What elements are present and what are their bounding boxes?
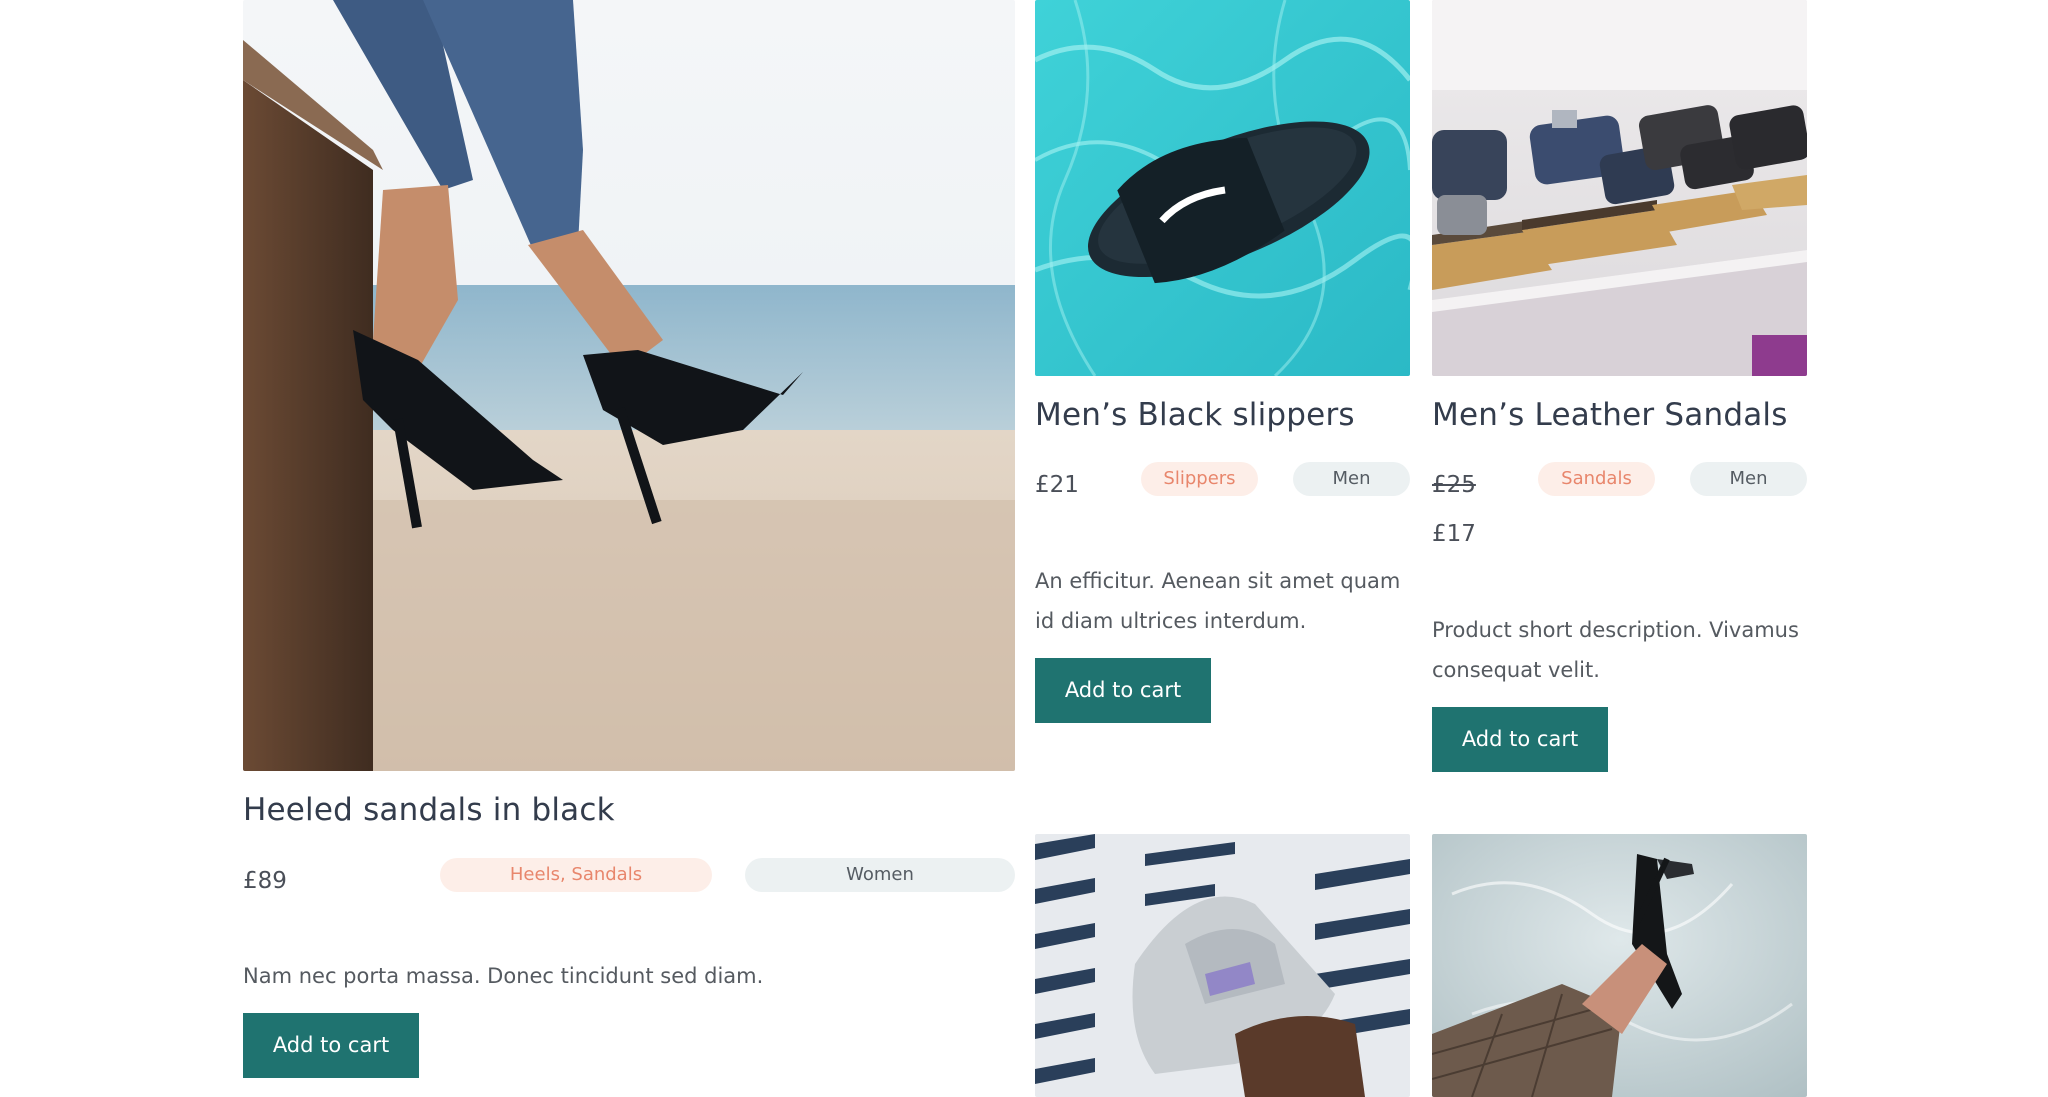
add-to-cart-button[interactable]: Add to cart [243,1013,419,1078]
category-tag[interactable]: Heels, Sandals [440,858,712,892]
gender-tag[interactable]: Men [1293,462,1410,496]
category-tag[interactable]: Slippers [1141,462,1258,496]
product-description: Nam nec porta massa. Donec tincidunt sed… [243,964,764,988]
gender-tag[interactable]: Women [745,858,1015,892]
slipper-photo-illustration [1035,0,1410,376]
product-price: £17 [1432,521,1476,547]
gender-tag[interactable]: Men [1690,462,1807,496]
patent-heel-photo-illustration [1432,834,1807,1097]
product-price: £21 [1035,472,1079,498]
product-image-heeled-sandals[interactable] [243,0,1015,771]
product-image-sneaker[interactable] [1035,834,1410,1097]
product-title[interactable]: Heeled sandals in black [243,792,615,828]
product-title[interactable]: Men’s Leather Sandals [1432,397,1788,433]
category-tag[interactable]: Sandals [1538,462,1655,496]
add-to-cart-button[interactable]: Add to cart [1035,658,1211,723]
product-old-price: £25 [1432,472,1476,498]
add-to-cart-button[interactable]: Add to cart [1432,707,1608,772]
product-description: An efficitur. Aenean sit amet quam id di… [1035,569,1401,633]
product-title[interactable]: Men’s Black slippers [1035,397,1355,433]
product-description: Product short description. Vivamus conse… [1432,618,1799,682]
product-price: £89 [243,868,287,894]
heels-photo-illustration [243,0,1015,771]
product-image-patent-heel[interactable] [1432,834,1807,1097]
product-image-black-slippers[interactable] [1035,0,1410,376]
sneaker-photo-illustration [1035,834,1410,1097]
sandals-photo-illustration [1432,0,1807,376]
product-image-leather-sandals[interactable] [1432,0,1807,376]
